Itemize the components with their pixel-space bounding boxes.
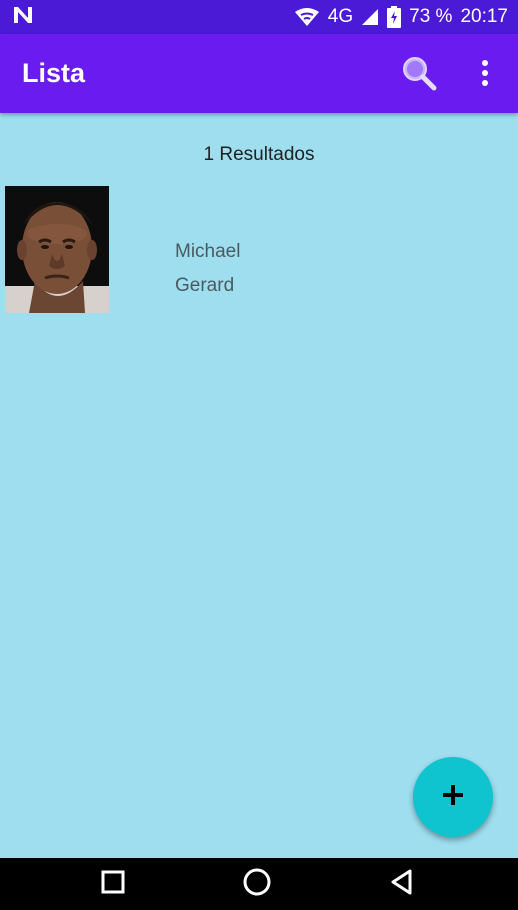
recent-apps-button[interactable] bbox=[95, 866, 131, 902]
contact-first-name: Michael bbox=[175, 241, 241, 262]
search-button[interactable] bbox=[398, 54, 440, 96]
plus-icon bbox=[442, 784, 464, 811]
page-title: Lista bbox=[22, 58, 86, 88]
app-bar: Lista bbox=[0, 34, 518, 113]
results-count: 1 Resultados bbox=[203, 144, 315, 165]
home-icon bbox=[242, 867, 272, 902]
contact-last-name: Gerard bbox=[175, 275, 235, 296]
wifi-icon bbox=[294, 7, 320, 27]
overflow-menu-icon bbox=[481, 59, 489, 91]
notification-n-icon bbox=[12, 5, 34, 30]
search-icon bbox=[401, 55, 437, 96]
battery-charging-icon bbox=[387, 6, 402, 28]
status-bar: 4G 73 % 20:17 bbox=[0, 0, 518, 34]
home-button[interactable] bbox=[239, 866, 275, 902]
navigation-bar bbox=[0, 858, 518, 910]
avatar bbox=[5, 186, 109, 313]
list-item[interactable]: Michael Gerard bbox=[0, 180, 518, 320]
clock-time: 20:17 bbox=[460, 6, 508, 27]
network-type: 4G bbox=[327, 6, 354, 27]
back-button[interactable] bbox=[384, 866, 420, 902]
signal-icon bbox=[361, 8, 379, 26]
back-icon bbox=[388, 868, 416, 901]
add-button[interactable] bbox=[413, 757, 493, 837]
overflow-menu-button[interactable] bbox=[470, 56, 500, 94]
battery-percent: 73 % bbox=[409, 6, 453, 27]
recent-apps-icon bbox=[100, 869, 126, 900]
